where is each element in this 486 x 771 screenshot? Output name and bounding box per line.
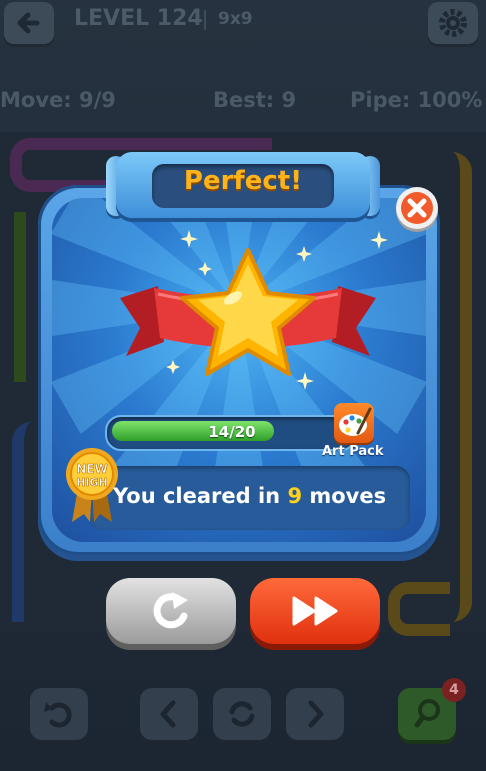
back-button[interactable] bbox=[4, 2, 54, 44]
settings-button[interactable] bbox=[428, 2, 478, 44]
move-counter: Move: 9/9 bbox=[0, 88, 116, 112]
sparkle-icon bbox=[370, 231, 388, 249]
pipe-blue bbox=[12, 422, 38, 622]
grid-size-label: 9x9 bbox=[218, 9, 253, 29]
result-moves-count: 9 bbox=[287, 484, 303, 508]
chevron-right-icon bbox=[308, 700, 324, 728]
next-level-nav-button[interactable] bbox=[286, 688, 344, 740]
undo-button[interactable] bbox=[30, 688, 88, 740]
replay-icon bbox=[153, 592, 188, 629]
divider bbox=[204, 10, 206, 30]
gear-icon bbox=[439, 9, 467, 37]
badge-line2: HIGH bbox=[76, 476, 108, 489]
dialog-title: Perfect! bbox=[183, 166, 303, 196]
sparkle-icon bbox=[180, 230, 198, 248]
pipe-yellow bbox=[440, 152, 472, 622]
best-score: Best: 9 bbox=[213, 88, 297, 112]
sparkle-icon bbox=[166, 360, 180, 374]
pipe-green bbox=[14, 212, 40, 382]
sparkle-icon bbox=[198, 262, 212, 276]
pipe-yellow-end bbox=[388, 582, 450, 636]
progress-text: 14/20 bbox=[208, 423, 256, 441]
level-title: LEVEL 124 bbox=[74, 6, 203, 31]
result-text: You cleared in 9 moves bbox=[113, 484, 386, 508]
result-suffix: moves bbox=[309, 484, 387, 508]
hint-count-badge: 4 bbox=[442, 678, 466, 702]
back-arrow-icon bbox=[17, 12, 40, 34]
chevron-left-icon bbox=[160, 700, 176, 728]
undo-icon bbox=[44, 702, 72, 728]
badge-line1: NEW bbox=[76, 462, 107, 476]
result-prefix: You cleared in bbox=[113, 484, 281, 508]
art-pack-button[interactable] bbox=[334, 403, 374, 443]
fast-forward-icon bbox=[292, 596, 338, 626]
sparkle-icon bbox=[296, 246, 312, 262]
next-level-button[interactable] bbox=[250, 578, 380, 644]
replay-button[interactable] bbox=[106, 578, 236, 644]
pipe-percentage: Pipe: 100% bbox=[350, 88, 483, 112]
palette-icon bbox=[339, 407, 372, 436]
sparkle-icon bbox=[296, 372, 314, 390]
star-ribbon bbox=[120, 248, 376, 376]
close-icon bbox=[401, 192, 433, 224]
restart-icon bbox=[229, 701, 255, 727]
close-button[interactable] bbox=[396, 187, 438, 229]
art-pack-label: Art Pack bbox=[322, 444, 384, 459]
previous-level-button[interactable] bbox=[140, 688, 198, 740]
restart-button[interactable] bbox=[213, 688, 271, 740]
